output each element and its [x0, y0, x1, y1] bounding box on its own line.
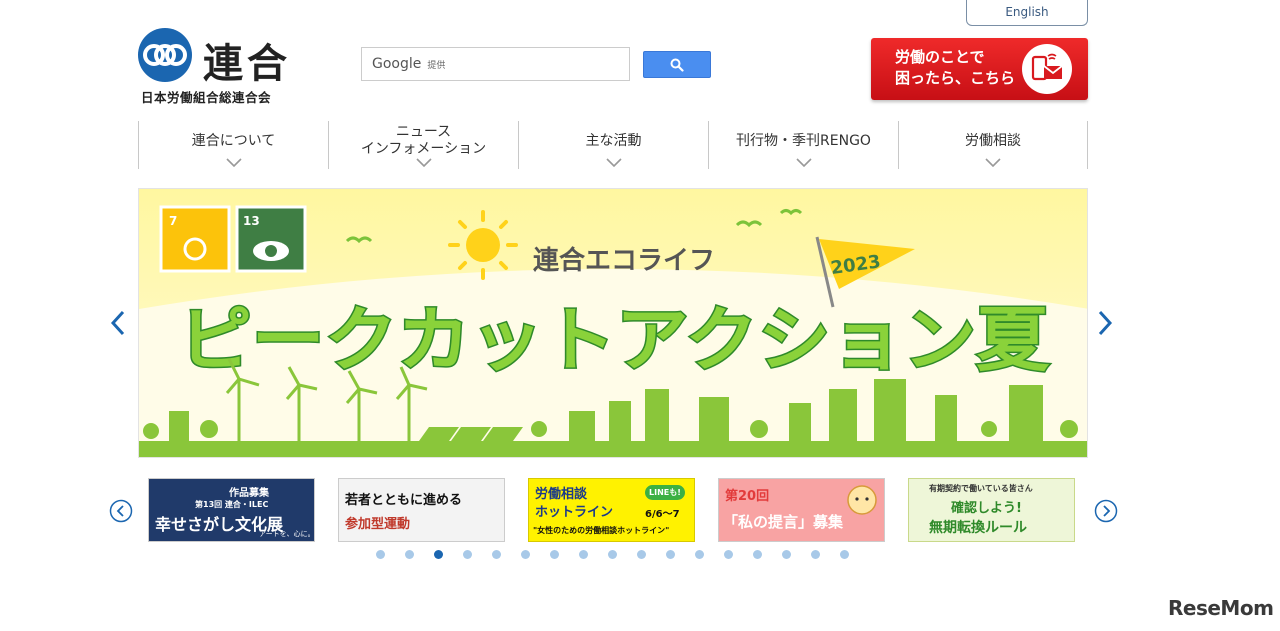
thumb-text: 6/6〜7 [645, 509, 680, 520]
nav-label: ニュース インフォメーション [360, 124, 487, 157]
carousel-dot[interactable] [579, 550, 588, 559]
search-button[interactable] [643, 51, 711, 78]
carousel-dot[interactable] [637, 550, 646, 559]
nav-item-publications[interactable]: 刊行物・季刊RENGO [708, 121, 898, 169]
phone-mail-icon [1022, 44, 1072, 94]
hero-artwork: 7 13 連合エコライフ 2023 ピークカットアクション夏 [139, 189, 1087, 457]
character-icon [847, 485, 877, 515]
thumb-text: 労働相談 [535, 487, 588, 502]
thumb-culture-exhibition[interactable]: 作品募集 第13回 連合・ILEC 幸せさがし文化展 アートを、心に。 [148, 478, 315, 542]
sun-icon [448, 210, 518, 280]
resemom-watermark: ReseMom [1168, 596, 1274, 620]
thumb-youth-movement[interactable]: 若者とともに進める 参加型運動 [338, 478, 505, 542]
nav-label: 連合について [191, 132, 276, 149]
thumbnail-carousel: 作品募集 第13回 連合・ILEC 幸せさがし文化展 アートを、心に。 若者とと… [148, 478, 1075, 542]
carousel-dot[interactable] [521, 550, 530, 559]
nav-item-consultation[interactable]: 労働相談 [898, 121, 1088, 169]
thumb-text: 確認しよう! [951, 501, 1022, 516]
thumb-text: 無期転換ルール [929, 520, 1027, 536]
rengo-logo-mark-icon [138, 28, 192, 82]
thumb-text: "女性のための労働相談ホットライン" [533, 526, 670, 535]
main-nav: 連合について ニュース インフォメーション 主な活動 刊行物・季刊RENGO 労… [138, 121, 1088, 169]
thumb-text: 「私の提言」募集 [723, 513, 844, 531]
logo-subtitle: 日本労働組合総連合会 [141, 90, 272, 105]
search-input[interactable]: Google 提供 [361, 47, 630, 81]
carousel-pagination [376, 550, 849, 559]
nav-label: 刊行物・季刊RENGO [736, 132, 871, 149]
search-icon [670, 58, 684, 72]
carousel-dot[interactable] [608, 550, 617, 559]
carousel-next-arrow-icon[interactable] [1097, 310, 1113, 336]
thumb-proposal[interactable]: 第20回 「私の提言」募集 [718, 478, 885, 542]
thumb-text: 若者とともに進める [345, 493, 463, 508]
rengo-logo[interactable]: 連合 日本労働組合総連合会 [137, 27, 307, 107]
logo-name: 連合 [203, 41, 291, 87]
carousel-dot[interactable] [724, 550, 733, 559]
thumb-text: 第20回 [725, 489, 770, 504]
carousel-dot[interactable] [695, 550, 704, 559]
carousel-dot[interactable] [811, 550, 820, 559]
sdg13-number: 13 [243, 214, 260, 228]
carousel-dot[interactable] [550, 550, 559, 559]
thumb-text: 有期契約で働いている皆さん [929, 484, 1033, 493]
solar-panels [419, 427, 523, 441]
carousel-dot[interactable] [666, 550, 675, 559]
thumb-text: アートを、心に。 [259, 530, 315, 538]
labor-consultation-banner[interactable]: 労働のことで 困ったら、こちら [871, 38, 1088, 100]
thumb-conversion-rule[interactable]: 有期契約で働いている皆さん 確認しよう! 無期転換ルール [908, 478, 1075, 542]
thumbs-prev-icon[interactable] [109, 499, 133, 523]
english-button[interactable]: English [966, 0, 1088, 26]
thumbs-next-icon[interactable] [1094, 499, 1118, 523]
chevron-down-icon [985, 158, 1001, 167]
hero-subtitle: 連合エコライフ [533, 245, 715, 276]
thumb-text: LINEも! [645, 485, 685, 500]
carousel-dot[interactable] [753, 550, 762, 559]
carousel-dot[interactable] [405, 550, 414, 559]
carousel-dot[interactable] [840, 550, 849, 559]
thumb-hotline[interactable]: 労働相談 ホットライン LINEも! 6/6〜7 "女性のための労働相談ホットラ… [528, 478, 695, 542]
search-brand: Google [372, 56, 422, 72]
sdg7-number: 7 [169, 214, 177, 228]
search-provided-label: 提供 [427, 60, 446, 71]
carousel-prev-arrow-icon[interactable] [110, 310, 126, 336]
page: English 連合 日本労働組合総連合会 Google 提供 労働のことで 困… [0, 0, 1280, 631]
nav-label: 主な活動 [585, 132, 642, 149]
nav-item-about[interactable]: 連合について [138, 121, 328, 169]
carousel-dot[interactable] [434, 550, 443, 559]
thumb-text: 第13回 連合・ILEC [195, 500, 269, 509]
carousel-dot[interactable] [463, 550, 472, 559]
chevron-down-icon [795, 158, 812, 167]
hero-banner[interactable]: 7 13 連合エコライフ 2023 ピークカットアクション夏 [138, 188, 1088, 458]
carousel-dot[interactable] [782, 550, 791, 559]
carousel-dot[interactable] [492, 550, 501, 559]
chevron-down-icon [225, 158, 242, 167]
thumb-text: 参加型運動 [345, 517, 411, 532]
nav-item-activities[interactable]: 主な活動 [518, 121, 708, 169]
chevron-down-icon [605, 158, 622, 167]
thumb-text: 作品募集 [229, 488, 269, 499]
hero-title: ピークカットアクション夏 [179, 299, 1050, 381]
thumb-text: ホットライン [535, 505, 614, 520]
nav-item-news[interactable]: ニュース インフォメーション [328, 121, 518, 169]
nav-label: 労働相談 [965, 132, 1021, 149]
chevron-down-icon [415, 158, 432, 167]
carousel-dot[interactable] [376, 550, 385, 559]
